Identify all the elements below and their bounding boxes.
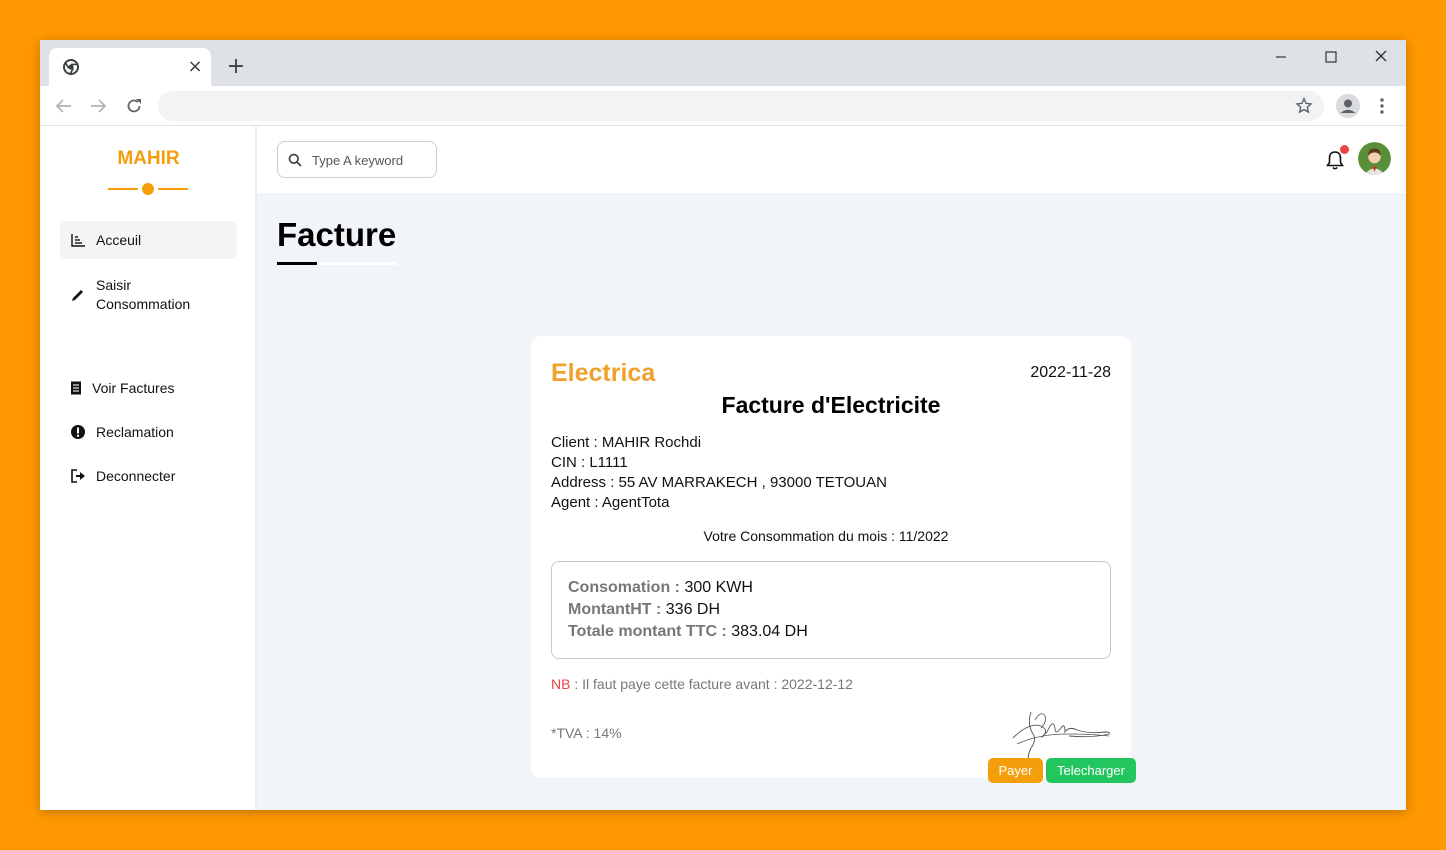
title-underline-light (317, 262, 397, 265)
brand-name: MAHIR (117, 148, 180, 169)
note-text: : Il faut paye cette facture avant : 202… (574, 676, 853, 692)
sidebar-item-label: Reclamation (96, 423, 174, 440)
consumption-period: Votre Consommation du mois : 11/2022 (703, 528, 949, 544)
top-header (257, 126, 1406, 193)
sidebar-item-voir-factures[interactable]: Voir Factures (60, 378, 237, 398)
close-window-icon[interactable] (1368, 46, 1394, 68)
total-ttc-row: Totale montant TTC : 383.04 DH (568, 623, 808, 641)
agent-name: Agent : AgentTota (551, 494, 670, 511)
search-icon (288, 153, 302, 167)
title-underline (277, 262, 317, 265)
brand-divider-dot (142, 183, 154, 195)
total-ttc-label: Totale montant TTC : (568, 623, 727, 640)
sidebar-item-label: Saisir Consommation (96, 277, 191, 312)
tva-rate: *TVA : 14% (551, 725, 622, 741)
total-ttc-value: 383.04 DH (731, 623, 808, 640)
notification-badge (1340, 145, 1349, 154)
maximize-icon[interactable] (1318, 46, 1344, 68)
client-name: Client : MAHIR Rochdi (551, 434, 702, 451)
minimize-icon[interactable] (1268, 46, 1294, 68)
main-content: Facture Electrica 2022-11-28 Facture d'E… (257, 126, 1406, 810)
sidebar-item-acceuil[interactable]: Acceuil (60, 221, 237, 259)
new-tab-button[interactable]: + (224, 55, 248, 79)
address-bar[interactable] (158, 91, 1324, 121)
invoice-date: 2022-11-28 (1030, 364, 1111, 381)
consumption-label: Consomation : (568, 579, 680, 596)
sign-out-icon (71, 469, 85, 483)
montant-ht-value: 336 DH (665, 601, 721, 618)
search-box[interactable] (277, 141, 437, 178)
signature-image (1012, 711, 1110, 761)
search-input[interactable] (312, 150, 432, 170)
consumption-row: Consomation : 300 KWH (568, 579, 753, 597)
payment-note: NB : Il faut paye cette facture avant : … (551, 676, 853, 692)
bookmark-star-icon[interactable] (1295, 97, 1313, 115)
montant-ht-label: MontantHT : (568, 601, 662, 618)
pencil-icon (72, 290, 83, 301)
browser-menu-icon[interactable] (1374, 96, 1390, 116)
sidebar: MAHIR Acceuil Saisir Consommation Voir F… (40, 126, 257, 810)
sidebar-item-label: Voir Factures (92, 379, 175, 396)
reload-icon[interactable] (124, 96, 144, 116)
company-name: Electrica (551, 359, 656, 387)
exclamation-icon (71, 425, 85, 439)
close-tab-icon[interactable]: × (185, 57, 205, 77)
back-icon[interactable] (54, 96, 74, 116)
profile-icon[interactable] (1336, 94, 1360, 118)
brand-divider-left (108, 188, 138, 190)
browser-tab[interactable]: × (49, 48, 211, 86)
pay-button[interactable]: Payer (988, 758, 1043, 783)
forward-icon[interactable] (88, 96, 108, 116)
browser-toolbar (40, 86, 1406, 126)
chart-icon (71, 234, 85, 247)
client-address: Address : 55 AV MARRAKECH , 93000 TETOUA… (551, 474, 887, 491)
sidebar-item-saisir-consommation[interactable]: Saisir Consommation (60, 274, 210, 316)
note-label: NB (551, 676, 571, 692)
avatar[interactable] (1358, 142, 1391, 175)
download-button[interactable]: Telecharger (1046, 758, 1136, 783)
montant-ht-row: MontantHT : 336 DH (568, 601, 720, 619)
invoice-title: Facture d'Electricite (721, 392, 941, 418)
tab-bar: × + (40, 40, 1406, 86)
sidebar-item-reclamation[interactable]: Reclamation (60, 422, 237, 442)
sidebar-item-deconnecter[interactable]: Deconnecter (60, 466, 237, 486)
consumption-summary-box: Consomation : 300 KWH MontantHT : 336 DH… (551, 561, 1111, 659)
sidebar-item-label: Acceuil (96, 231, 142, 248)
brand-divider-right (158, 188, 188, 190)
chrome-icon (63, 59, 79, 75)
browser-window: × + MAHIR Acceuil Saisir Consommation Vo… (40, 40, 1406, 810)
receipt-icon (71, 381, 81, 395)
client-cin: CIN : L1111 (551, 454, 628, 471)
sidebar-item-label: Deconnecter (96, 467, 176, 484)
invoice-card: Electrica 2022-11-28 Facture d'Electrici… (531, 336, 1131, 778)
consumption-value: 300 KWH (684, 579, 753, 596)
page-title: Facture (277, 216, 397, 253)
